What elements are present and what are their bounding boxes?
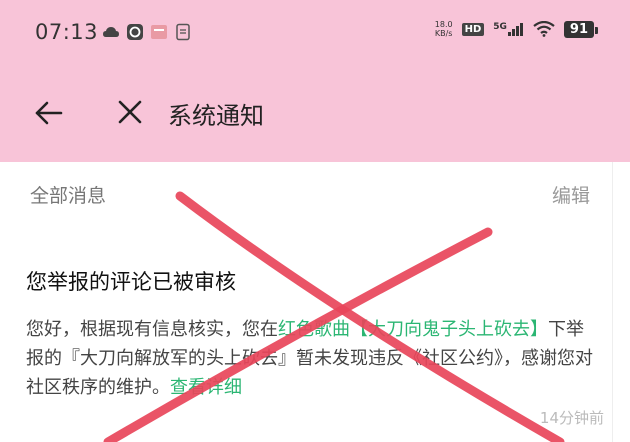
status-left-icons	[102, 23, 192, 41]
back-arrow-icon[interactable]	[33, 97, 65, 129]
edit-button[interactable]: 编辑	[552, 181, 590, 208]
notification-time: 14分钟前	[539, 409, 604, 427]
title-bar: 系统通知	[0, 80, 630, 144]
status-time: 07:13	[35, 20, 99, 44]
signal-indicator: 5G	[493, 22, 524, 36]
close-icon[interactable]	[116, 98, 144, 126]
network-type: 5G	[493, 22, 507, 32]
status-right-icons: 18.0 KB/s HD 5G 91	[434, 20, 599, 38]
signal-icon	[507, 23, 523, 36]
notification-title: 您举报的评论已被审核	[26, 270, 236, 294]
document-icon	[176, 23, 190, 41]
song-link[interactable]: 红色歌曲【大刀向鬼子头上砍去】	[278, 319, 548, 340]
view-details-link[interactable]: 查看详细	[170, 377, 242, 398]
status-bar: 07:13 18.0 KB/s HD 5G 91	[0, 0, 630, 64]
cloud-icon	[103, 27, 119, 37]
battery-indicator: 91	[563, 20, 599, 38]
body-prefix: 您好，根据现有信息核实，您在	[26, 319, 278, 340]
hd-badge: HD	[461, 22, 485, 36]
net-speed: 18.0 KB/s	[434, 20, 453, 38]
netease-icon	[127, 24, 143, 40]
page-title: 系统通知	[168, 102, 264, 130]
filter-all-messages[interactable]: 全部消息	[30, 181, 106, 208]
app-icon	[151, 25, 167, 39]
notification-body: 您好，根据现有信息核实，您在红色歌曲【大刀向鬼子头上砍去】下举报的『大刀向解放军…	[26, 315, 600, 402]
wifi-icon	[533, 21, 555, 37]
